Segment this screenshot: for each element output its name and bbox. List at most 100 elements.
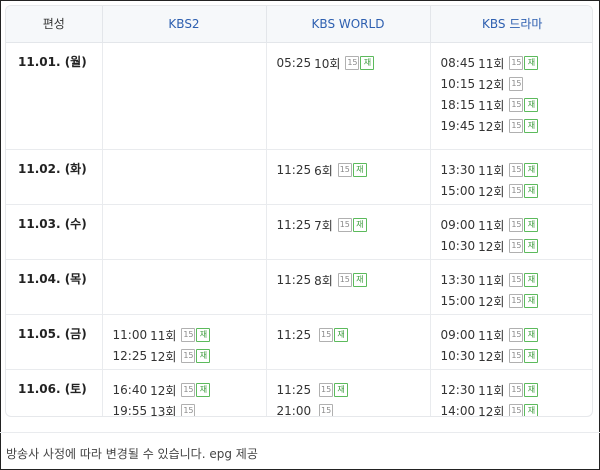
footer-divider (0, 432, 600, 433)
airing-slot[interactable]: 11:25 7회 15 재 (277, 215, 430, 236)
age-rating-badge: 15 (509, 328, 524, 342)
rerun-badge: 재 (196, 349, 211, 363)
age-rating-badge: 15 (509, 273, 524, 287)
program-cell: 09:00 11회 15 재 10:30 12회 15 재 (430, 204, 593, 260)
episode-number: 12회 (478, 77, 505, 92)
airing-slot[interactable]: 19:55 13회 15 (112, 401, 266, 417)
episode-number: 11회 (478, 383, 505, 398)
airing-time: 12:30 (440, 383, 476, 397)
rerun-badge: 재 (524, 239, 539, 253)
row-date: 11.03. (수) (6, 204, 103, 260)
airing-slot[interactable]: 11:25 6회 15 재 (277, 160, 430, 181)
airing-time: 19:55 (112, 404, 148, 417)
airing-slot[interactable]: 10:30 12회 15 재 (440, 236, 593, 257)
airing-time: 10:30 (440, 239, 476, 253)
rerun-badge: 재 (524, 294, 539, 308)
airing-time: 11:25 (276, 218, 312, 232)
age-rating-badge: 15 (509, 294, 524, 308)
episode-number: 11회 (478, 56, 505, 71)
airing-slot[interactable]: 12:30 11회 15 재 (440, 380, 593, 401)
row-date: 11.05. (금) (6, 314, 103, 370)
age-rating-badge: 15 (509, 383, 524, 397)
airing-time: 11:25 (276, 383, 312, 397)
row-date: 11.06. (토) (6, 369, 103, 416)
program-cell: 13:30 11회 15 재 15:00 12회 15 재 (430, 149, 593, 205)
airing-time: 11:25 (276, 273, 312, 287)
program-cell: 11:25 7회 15 재 (266, 204, 431, 260)
age-rating-badge: 15 (509, 163, 524, 177)
airing-slot[interactable]: 10:30 12회 15 재 (441, 346, 593, 367)
airing-slot[interactable]: 18:15 11회 15 재 (440, 95, 593, 116)
age-rating-badge: 15 (337, 218, 352, 232)
airing-slot[interactable]: 09:00 11회 15 재 (440, 325, 593, 346)
rerun-badge: 재 (524, 273, 539, 287)
rerun-badge: 재 (524, 218, 539, 232)
rerun-badge: 재 (524, 184, 539, 198)
airing-time: 12:25 (112, 349, 148, 363)
broadcast-schedule-table: 편성 KBS2 KBS WORLD KBS 드라마 11.01. (월) 05:2… (5, 5, 593, 417)
age-rating-badge: 15 (319, 383, 334, 397)
program-cell: 16:40 12회 15 재 19:55 13회 15 (102, 369, 267, 417)
date-column-header: 편성 (6, 6, 103, 43)
program-cell: 11:25 15 재 21:00 15 (266, 369, 431, 417)
airing-slot[interactable]: 11:25 15 재 (277, 325, 430, 346)
program-cell (102, 259, 267, 315)
airing-slot[interactable]: 11:00 11회 15 재 (113, 325, 266, 346)
airing-time: 18:15 (440, 98, 476, 112)
episode-number: 12회 (478, 184, 505, 199)
airing-slot[interactable]: 12:25 12회 15 재 (113, 346, 266, 367)
schedule-row: 11.03. (수) 11:25 7회 15 재 09:00 11회 15 재 10:30 12회 1… (6, 204, 593, 260)
airing-slot[interactable]: 08:45 11회 15 재 (441, 53, 593, 74)
episode-number: 6회 (314, 163, 333, 178)
airing-slot[interactable]: 19:45 12회 15 재 (441, 116, 593, 137)
schedule-notice: 방송사 사정에 따라 변경될 수 있습니다. epg 제공 (6, 447, 258, 461)
airing-slot[interactable]: 16:40 12회 15 재 (113, 380, 266, 401)
episode-number: 10회 (314, 56, 341, 71)
channel-header-kbs-world[interactable]: KBS WORLD (266, 6, 431, 43)
rerun-badge: 재 (352, 273, 367, 287)
rerun-badge: 재 (360, 56, 375, 70)
age-rating-badge: 15 (509, 77, 524, 91)
channel-header-kbs-drama[interactable]: KBS 드라마 (430, 6, 592, 43)
airing-time: 21:00 (276, 404, 312, 417)
airing-slot[interactable]: 09:00 11회 15 재 (440, 215, 593, 236)
airing-slot[interactable]: 15:00 12회 15 재 (440, 181, 593, 202)
schedule-row: 11.02. (화) 11:25 6회 15 재 13:30 11회 15 재 15:00 12회 1… (6, 149, 593, 205)
airing-time: 15:00 (440, 184, 476, 198)
channel-header-kbs2[interactable]: KBS2 (102, 6, 267, 43)
airing-time: 13:30 (440, 273, 476, 287)
airing-slot[interactable]: 14:00 12회 15 재 (440, 401, 593, 417)
airing-slot[interactable]: 15:00 12회 15 재 (440, 291, 593, 312)
airing-slot[interactable]: 13:30 11회 15 재 (440, 160, 593, 181)
airing-slot[interactable]: 10:15 12회 15 (440, 74, 593, 95)
airing-slot[interactable]: 05:25 10회 15 재 (277, 53, 430, 74)
rerun-badge: 재 (524, 328, 539, 342)
airing-time: 09:00 (440, 328, 476, 342)
episode-number: 11회 (478, 98, 505, 113)
program-cell: 13:30 11회 15 재 15:00 12회 15 재 (430, 259, 593, 315)
rerun-badge: 재 (352, 163, 367, 177)
rerun-badge: 재 (524, 119, 539, 133)
age-rating-badge: 15 (345, 56, 360, 70)
airing-time: 15:00 (440, 294, 476, 308)
program-cell: 09:00 11회 15 재 10:30 12회 15 재 (430, 314, 593, 370)
airing-time: 09:00 (440, 218, 476, 232)
schedule-row: 11.05. (금) 11:00 11회 15 재 12:25 12회 15 재 11:25 15 재… (6, 314, 593, 370)
program-cell: 11:00 11회 15 재 12:25 12회 15 재 (102, 314, 267, 370)
episode-number: 12회 (478, 404, 505, 417)
age-rating-badge: 15 (509, 349, 524, 363)
episode-number: 11회 (150, 328, 177, 343)
airing-slot[interactable]: 11:25 8회 15 재 (277, 270, 430, 291)
rerun-badge: 재 (524, 163, 539, 177)
age-rating-badge: 15 (509, 218, 524, 232)
airing-time: 14:00 (440, 404, 476, 417)
airing-time: 10:15 (440, 77, 476, 91)
age-rating-badge: 15 (181, 383, 196, 397)
airing-slot[interactable]: 21:00 15 (276, 401, 430, 417)
rerun-badge: 재 (196, 383, 211, 397)
rerun-badge: 재 (196, 328, 211, 342)
airing-time: 13:30 (440, 163, 476, 177)
airing-slot[interactable]: 11:25 15 재 (277, 380, 430, 401)
airing-slot[interactable]: 13:30 11회 15 재 (440, 270, 593, 291)
rerun-badge: 재 (524, 349, 539, 363)
